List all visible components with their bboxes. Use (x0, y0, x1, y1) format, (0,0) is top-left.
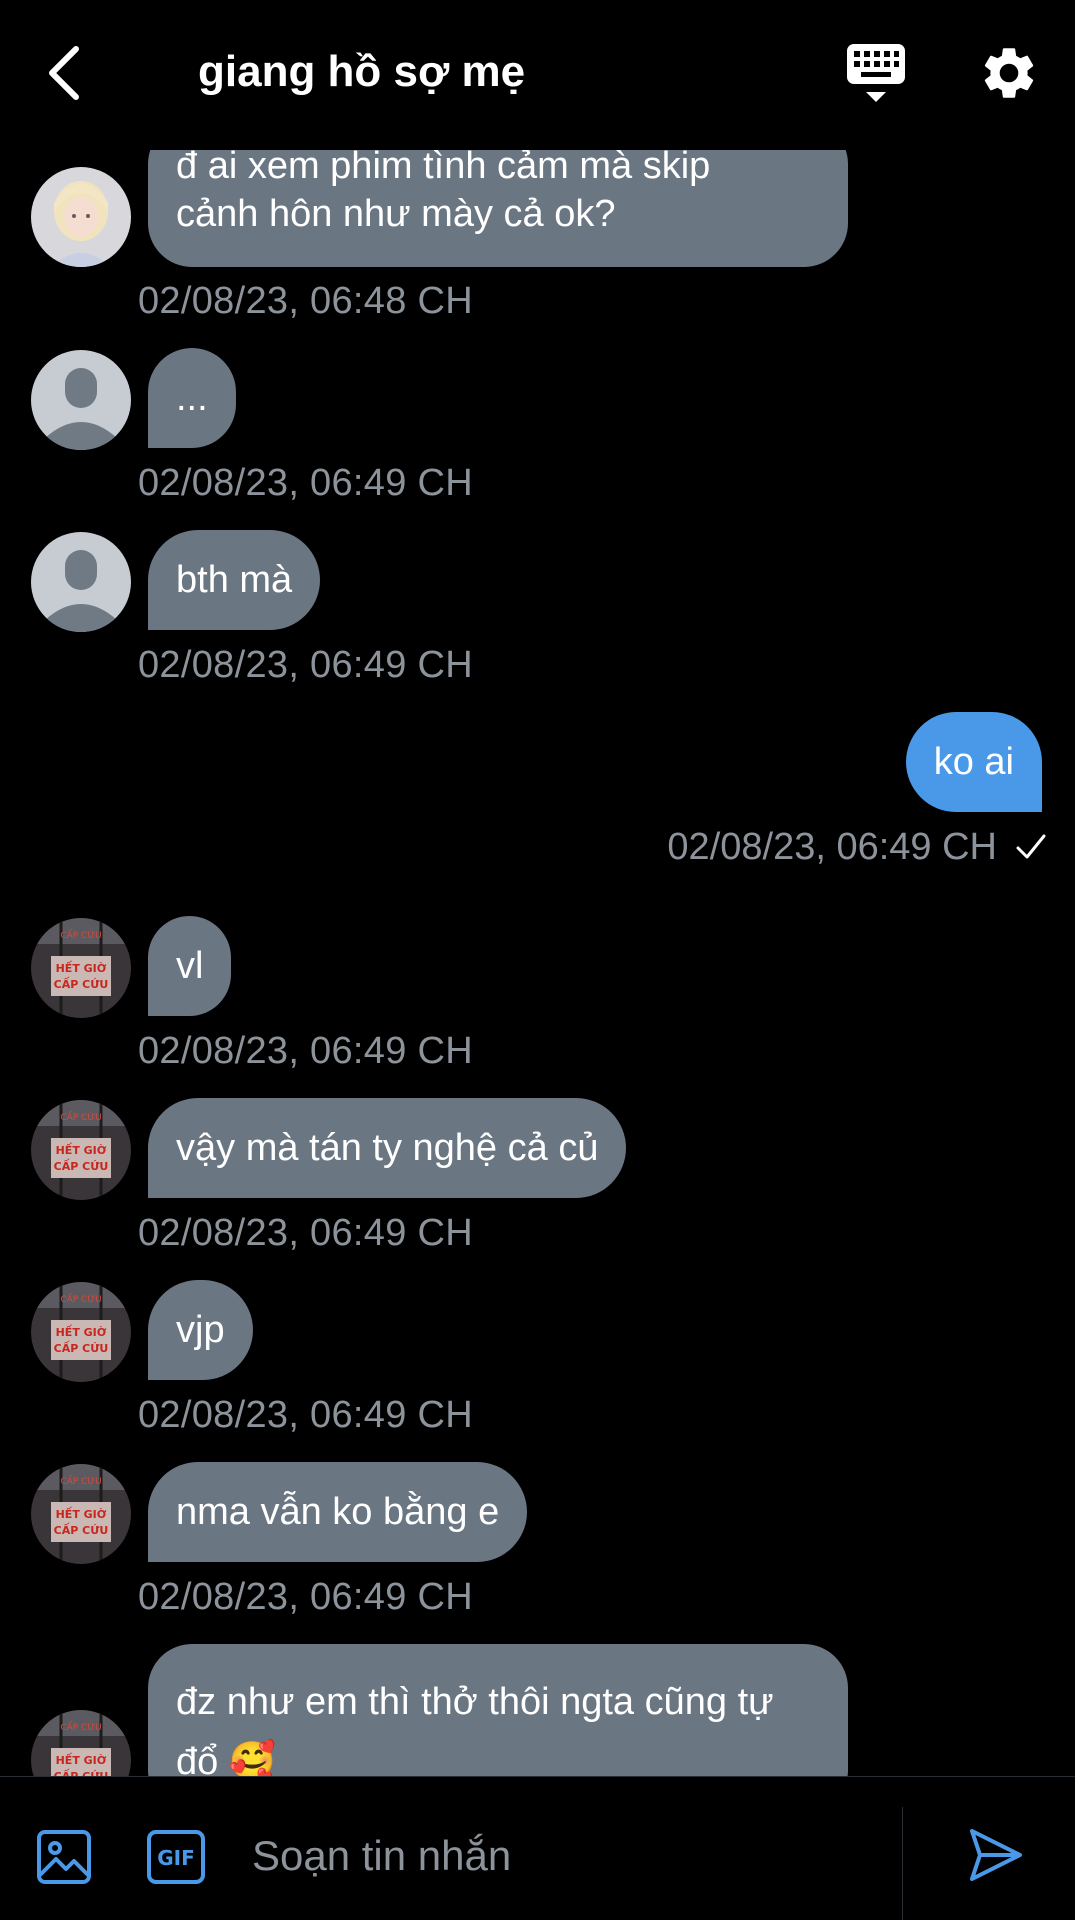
message-input[interactable] (252, 1811, 892, 1901)
chevron-left-icon (49, 46, 79, 100)
sign-text: CẤP CỨU (54, 1768, 109, 1776)
message-composer: GIF (0, 1776, 1075, 1920)
settings-button[interactable] (978, 42, 1040, 104)
message-timestamp: 02/08/23, 06:49 CH (138, 1576, 473, 1618)
sign-text: HẾT GIỜ (56, 1506, 107, 1521)
sign-text: CẤP CỨU (60, 1293, 101, 1305)
message-timestamp: 02/08/23, 06:49 CH (138, 462, 473, 504)
composer-divider (902, 1807, 903, 1920)
message-text: vậy mà tán ty nghệ cả củ (176, 1127, 599, 1169)
image-icon (37, 1830, 91, 1884)
checkmark-icon (1016, 834, 1046, 859)
message-text: vl (176, 945, 204, 987)
message-timestamp: 02/08/23, 06:49 CH (138, 1212, 473, 1254)
avatar-sign[interactable]: CẤP CỨU HẾT GIỜ CẤP CỨU (31, 918, 131, 1018)
message-bubble-outgoing[interactable]: ko ai (905, 712, 1042, 812)
message-text: nma vẫn ko bằng e (176, 1491, 500, 1533)
message-bubble[interactable]: vậy mà tán ty nghệ cả củ (148, 1098, 627, 1198)
message-text: vjp (176, 1309, 225, 1351)
message-timestamp: 02/08/23, 06:48 CH (138, 280, 473, 322)
chat-screen: đ ai xem phim tình cảm mà skip cảnh hôn … (0, 0, 1075, 1920)
message-bubble[interactable]: vl (148, 916, 232, 1016)
sign-text: CẤP CỨU (60, 1475, 101, 1487)
keyboard-button[interactable] (844, 40, 908, 108)
message-timestamp: 02/08/23, 06:49 CH (667, 826, 997, 868)
keyboard-icon (847, 44, 905, 102)
sign-text: CẤP CỨU (54, 1340, 109, 1355)
gif-button[interactable]: GIF (146, 1829, 206, 1885)
gear-icon (984, 48, 1034, 98)
sign-text: CẤP CỨU (54, 1522, 109, 1537)
send-icon (970, 1829, 1022, 1881)
send-button[interactable] (966, 1825, 1026, 1885)
avatar-default[interactable] (31, 532, 131, 632)
message-bubble[interactable]: nma vẫn ko bằng e (148, 1462, 528, 1562)
sign-text: CẤP CỨU (60, 1111, 101, 1123)
message-bubble[interactable]: đz như em thì thở thôi ngta cũng tự đổ 🥰 (148, 1644, 848, 1776)
chat-title: giang hồ sợ mẹ (198, 47, 526, 96)
message-text: ... (176, 377, 208, 419)
avatar-sign[interactable]: CẤP CỨU HẾT GIỜ CẤP CỨU (31, 1282, 131, 1382)
image-button[interactable] (36, 1829, 92, 1885)
chat-header: giang hồ sợ mẹ (0, 0, 1075, 150)
sign-text: HẾT GIỜ (56, 1324, 107, 1339)
message-timestamp: 02/08/23, 06:49 CH (138, 644, 473, 686)
message-bubble[interactable]: ... (148, 348, 236, 448)
sign-text: CẤP CỨU (54, 976, 109, 991)
message-bubble[interactable]: bth mà (148, 530, 321, 630)
message-text: ko ai (933, 741, 1014, 783)
sign-text: HẾT GIỜ (56, 1142, 107, 1157)
avatar-girl[interactable] (31, 167, 131, 267)
message-timestamp: 02/08/23, 06:49 CH (138, 1030, 473, 1072)
avatar-default[interactable] (31, 350, 131, 450)
sign-text: CẤP CỨU (60, 1721, 101, 1733)
gif-label: GIF (157, 1846, 195, 1870)
message-timestamp: 02/08/23, 06:49 CH (138, 1394, 473, 1436)
sign-text: CẤP CỨU (60, 929, 101, 941)
message-text-line: cảnh hôn như mày cả ok? (176, 193, 616, 235)
sign-text: HẾT GIỜ (56, 1752, 107, 1767)
avatar-sign[interactable]: CẤP CỨU HẾT GIỜ CẤP CỨU (31, 1464, 131, 1564)
sign-text: HẾT GIỜ (56, 960, 107, 975)
message-timestamp-outgoing: 02/08/23, 06:49 CH (667, 825, 1047, 869)
message-list[interactable]: đ ai xem phim tình cảm mà skip cảnh hôn … (0, 0, 1075, 1776)
back-button[interactable] (34, 38, 94, 108)
message-text-line: đổ 🥰 (176, 1741, 277, 1776)
sign-text: CẤP CỨU (54, 1158, 109, 1173)
message-bubble[interactable]: vjp (148, 1280, 253, 1380)
message-text-line: đz như em thì thở thôi ngta cũng tự (176, 1681, 774, 1723)
message-text: bth mà (176, 559, 293, 601)
gif-icon: GIF (147, 1830, 205, 1884)
avatar-sign[interactable]: CẤP CỨU HẾT GIỜ CẤP CỨU (31, 1100, 131, 1200)
avatar-sign[interactable]: CẤP CỨU HẾT GIỜ CẤP CỨU (31, 1710, 131, 1776)
